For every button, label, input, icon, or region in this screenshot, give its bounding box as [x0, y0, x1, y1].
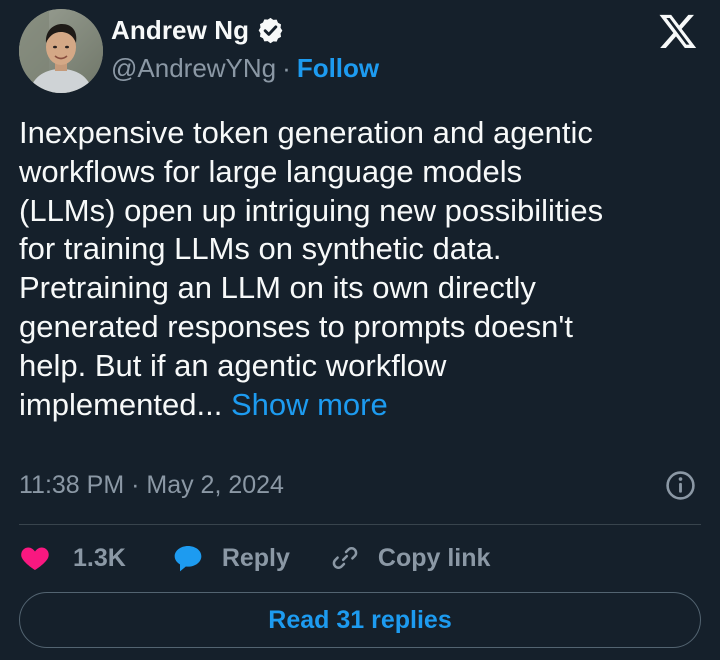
- handle-row: @AndrewYNg · Follow: [111, 52, 379, 84]
- tweet-card: Andrew Ng @AndrewYNg · Follow Inexpensive …: [0, 0, 720, 660]
- like-button[interactable]: 1.3K: [19, 542, 126, 574]
- author-name-row: Andrew Ng: [111, 14, 285, 46]
- read-replies-label: Read 31 replies: [268, 605, 452, 634]
- verified-badge-icon: [256, 16, 285, 45]
- copy-link-label: Copy link: [377, 543, 491, 572]
- info-icon[interactable]: [665, 470, 696, 501]
- tweet-timestamp[interactable]: 11:38 PM · May 2, 2024: [19, 469, 284, 501]
- show-more-link[interactable]: Show more: [231, 387, 388, 422]
- heart-icon: [21, 547, 49, 570]
- copy-link-button[interactable]: Copy link: [330, 543, 491, 573]
- x-logo-icon[interactable]: [658, 11, 698, 51]
- separator-dot: ·: [282, 53, 291, 83]
- reply-label: Reply: [221, 543, 290, 572]
- author-name[interactable]: Andrew Ng: [111, 15, 249, 46]
- reply-button[interactable]: Reply: [172, 542, 290, 574]
- avatar-photo: [19, 9, 103, 93]
- link-icon: [332, 547, 358, 569]
- like-count: 1.3K: [73, 543, 126, 572]
- follow-button[interactable]: Follow: [297, 53, 379, 83]
- author-handle[interactable]: @AndrewYNg: [111, 53, 276, 83]
- divider: [19, 524, 701, 525]
- avatar[interactable]: [19, 9, 103, 93]
- tweet-text: Inexpensive token generation and agentic…: [19, 114, 709, 424]
- read-replies-button[interactable]: Read 31 replies: [19, 592, 701, 648]
- speech-bubble-icon: [174, 546, 202, 572]
- tweet-body: Inexpensive token generation and agentic…: [19, 115, 604, 422]
- action-bar: 1.3K Reply Copy link: [19, 538, 490, 578]
